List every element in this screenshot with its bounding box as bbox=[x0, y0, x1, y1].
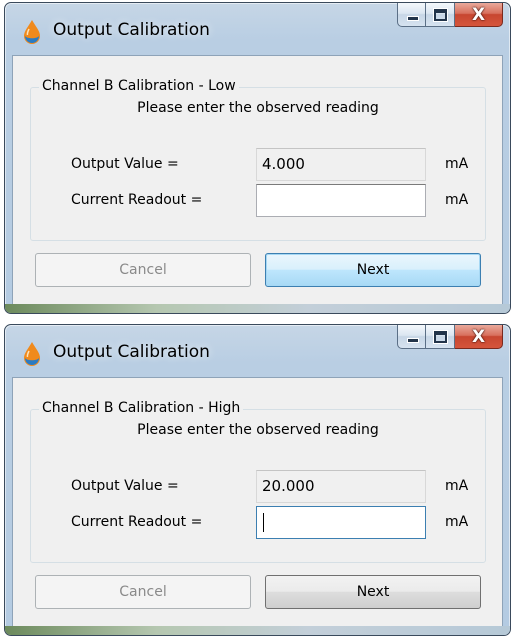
window-title: Output Calibration bbox=[53, 20, 210, 40]
maximize-button[interactable] bbox=[426, 325, 455, 349]
window-title: Output Calibration bbox=[53, 342, 210, 362]
minimize-icon bbox=[407, 16, 419, 21]
minimize-button[interactable] bbox=[397, 3, 426, 27]
instruction-text: Please enter the observed reading bbox=[137, 100, 379, 116]
dialog-client-area: Channel B Calibration - High Please ente… bbox=[12, 377, 503, 627]
close-icon: X bbox=[471, 327, 486, 347]
current-readout-label: Current Readout = bbox=[71, 514, 203, 530]
close-icon: X bbox=[471, 5, 486, 25]
group-title: Channel B Calibration - Low bbox=[39, 78, 239, 94]
cancel-button[interactable]: Cancel bbox=[35, 253, 251, 287]
minimize-button[interactable] bbox=[397, 325, 426, 349]
title-bar[interactable]: Output Calibration X bbox=[5, 3, 510, 55]
group-title: Channel B Calibration - High bbox=[39, 400, 244, 416]
current-unit-label: mA bbox=[445, 514, 469, 530]
current-readout-label: Current Readout = bbox=[71, 192, 203, 208]
output-value-label: Output Value = bbox=[71, 478, 179, 494]
caption-buttons: X bbox=[397, 325, 503, 350]
water-drop-icon bbox=[24, 342, 40, 366]
current-readout-input[interactable] bbox=[256, 506, 426, 539]
output-value-field: 4.000 bbox=[256, 148, 426, 181]
current-unit-label: mA bbox=[445, 192, 469, 208]
output-unit-label: mA bbox=[445, 478, 469, 494]
window-bottom-edge bbox=[5, 626, 510, 635]
next-button[interactable]: Next bbox=[265, 253, 481, 287]
water-drop-icon bbox=[24, 20, 40, 44]
output-value-label: Output Value = bbox=[71, 156, 179, 172]
calibration-group: Channel B Calibration - Low Please enter… bbox=[30, 78, 486, 241]
maximize-button[interactable] bbox=[426, 3, 455, 27]
next-button[interactable]: Next bbox=[265, 575, 481, 609]
current-readout-input[interactable] bbox=[256, 184, 426, 217]
text-caret bbox=[263, 513, 264, 532]
dialog-client-area: Channel B Calibration - Low Please enter… bbox=[12, 55, 503, 305]
caption-buttons: X bbox=[397, 3, 503, 28]
maximize-icon bbox=[433, 8, 448, 22]
title-bar[interactable]: Output Calibration X bbox=[5, 325, 510, 377]
cancel-button[interactable]: Cancel bbox=[35, 575, 251, 609]
calibration-window-low: Output Calibration X Channel B Calibrati… bbox=[4, 2, 511, 314]
output-value-field: 20.000 bbox=[256, 470, 426, 503]
calibration-window-high: Output Calibration X Channel B Calibrati… bbox=[4, 324, 511, 636]
close-button[interactable]: X bbox=[455, 325, 503, 349]
calibration-group: Channel B Calibration - High Please ente… bbox=[30, 400, 486, 563]
maximize-icon bbox=[433, 330, 448, 344]
instruction-text: Please enter the observed reading bbox=[137, 422, 379, 438]
minimize-icon bbox=[407, 338, 419, 343]
close-button[interactable]: X bbox=[455, 3, 503, 27]
output-unit-label: mA bbox=[445, 156, 469, 172]
window-bottom-edge bbox=[5, 304, 510, 313]
